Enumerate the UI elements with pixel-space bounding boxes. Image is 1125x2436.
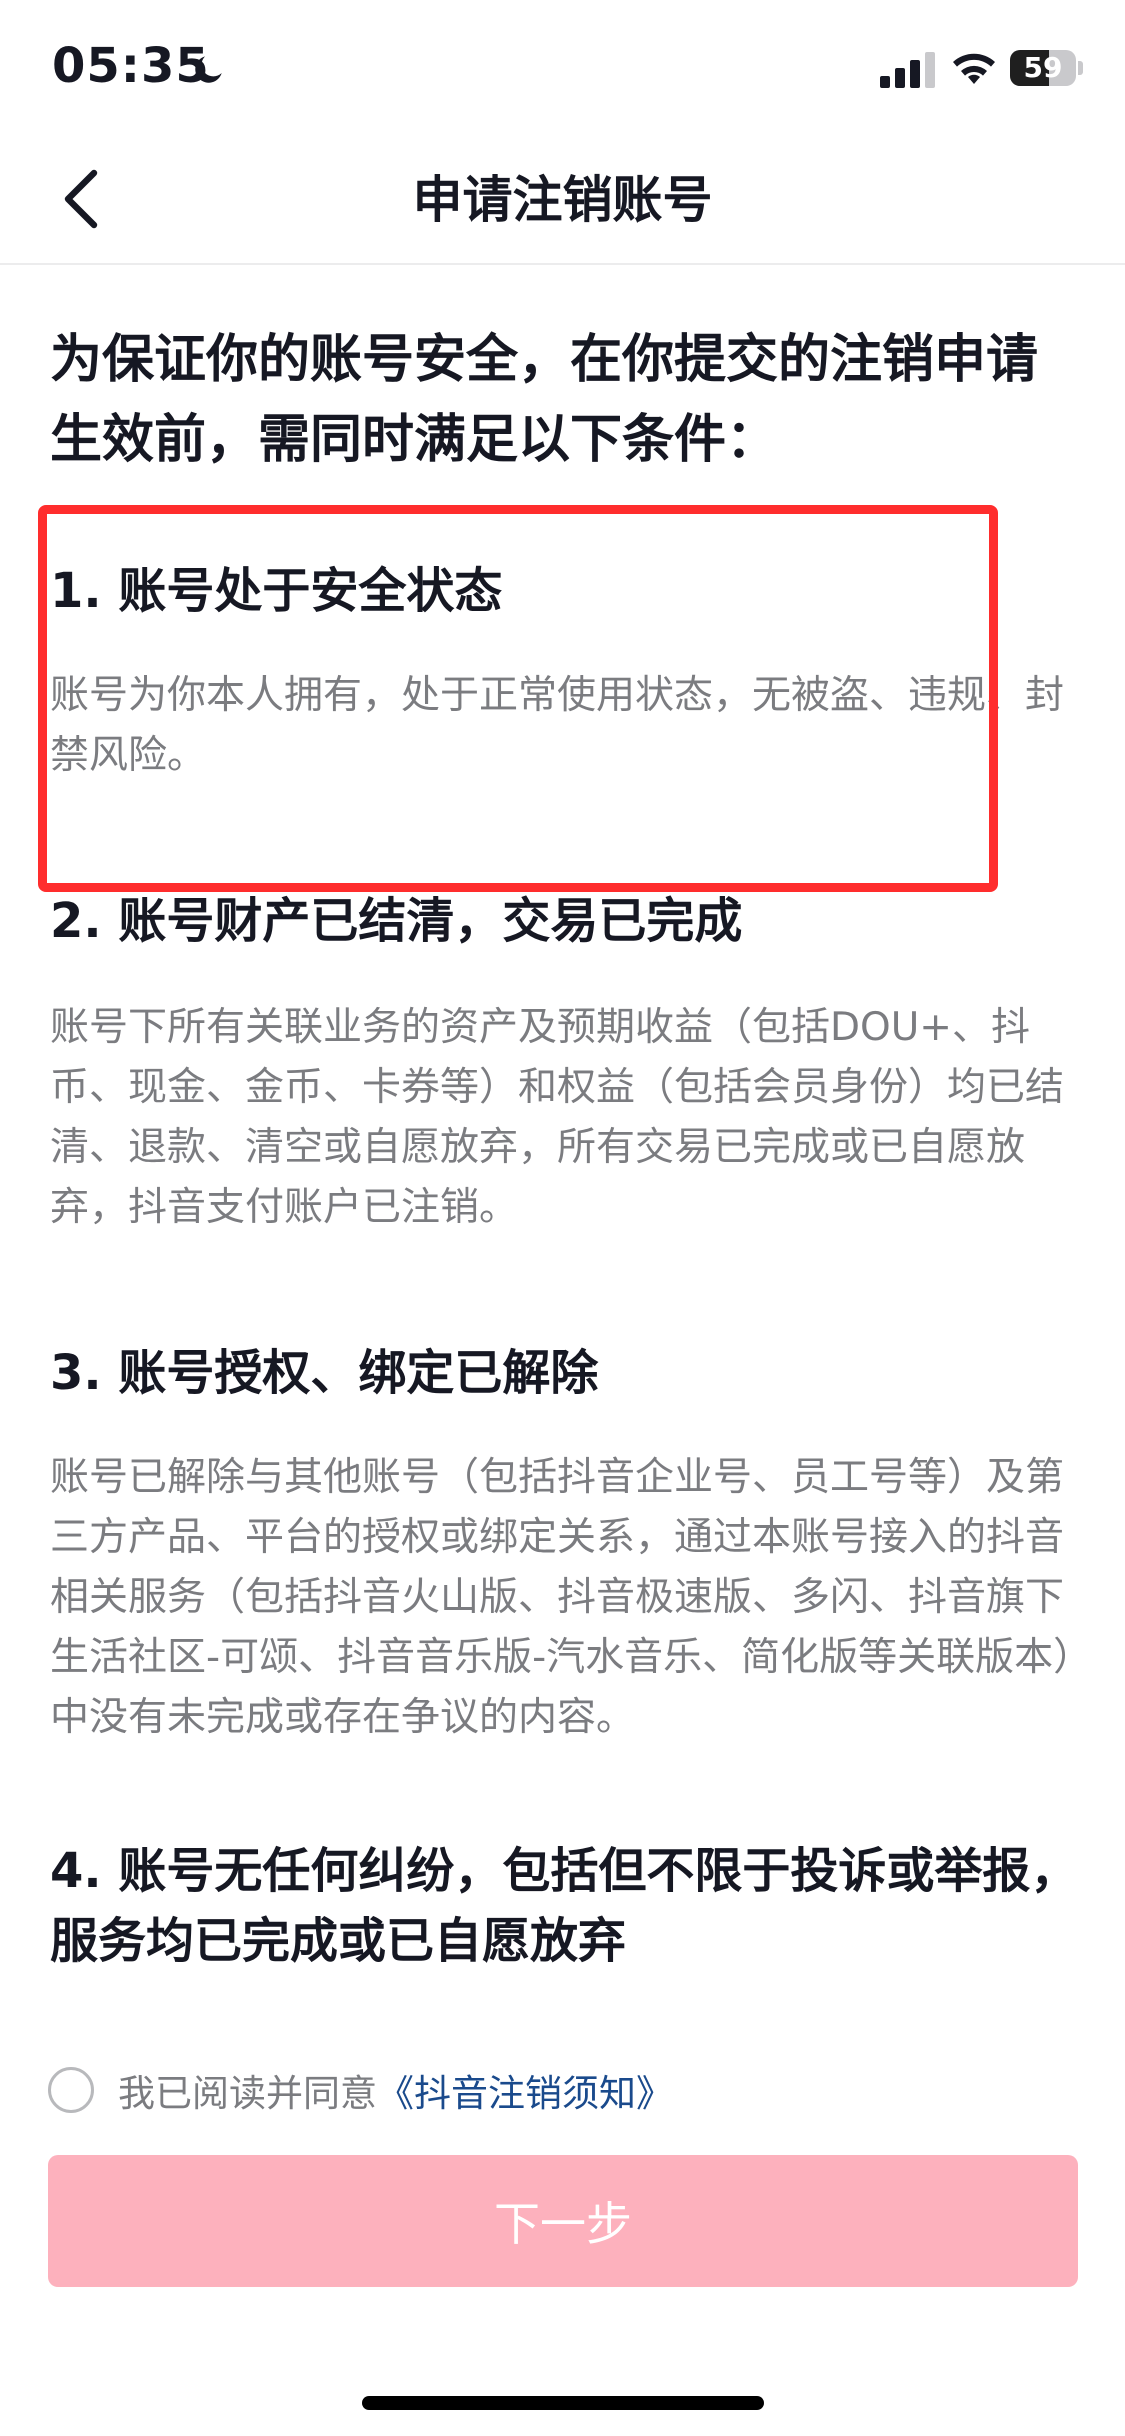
wifi-icon	[953, 53, 995, 84]
battery-indicator: 59	[1010, 50, 1083, 86]
page-title: 申请注销账号	[412, 171, 713, 229]
moon-icon	[195, 56, 222, 83]
condition-body-2: 账号下所有关联业务的资产及预期收益（包括DOU+、抖币、现金、金币、卡券等）和权…	[50, 1005, 1065, 1230]
agreement-row[interactable]: 我已阅读并同意 《抖音注销须知》	[48, 2062, 673, 2118]
chevron-left-icon	[64, 169, 98, 229]
nav-bar: 申请注销账号	[0, 135, 1125, 265]
battery-level: 59	[1023, 51, 1063, 84]
condition-body-3: 账号已解除与其他账号（包括抖音企业号、员工号等）及第三方产品、平台的授权或绑定关…	[50, 1455, 1073, 1740]
battery-cap	[1078, 61, 1083, 75]
status-bar: 05:35 59	[0, 0, 1125, 135]
status-time: 05:35	[52, 38, 210, 94]
intro-text: 为保证你的账号安全，在你提交的注销申请生效前，需同时满足以下条件：	[50, 330, 1039, 470]
cancellation-notice-link[interactable]: 《抖音注销须知》	[377, 2063, 673, 2117]
back-button[interactable]	[40, 159, 120, 239]
condition-title-4: 4. 账号无任何纠纷，包括但不限于投诉或举报，服务均已完成或已自愿放弃	[50, 1843, 1079, 1969]
battery-icon: 59	[1010, 50, 1076, 86]
next-step-button[interactable]: 下一步	[48, 2155, 1078, 2287]
condition-title-1: 1. 账号处于安全状态	[50, 563, 503, 619]
agreement-text: 我已阅读并同意	[118, 2072, 377, 2115]
conditions-content: 为保证你的账号安全，在你提交的注销申请生效前，需同时满足以下条件： 1. 账号处…	[50, 320, 1080, 1976]
condition-title-3: 3. 账号授权、绑定已解除	[50, 1345, 599, 1401]
cellular-signal-icon	[880, 52, 935, 88]
home-indicator	[362, 2396, 764, 2410]
condition-body-1: 账号为你本人拥有，处于正常使用状态，无被盗、违规、封禁风险。	[50, 673, 1065, 778]
condition-title-2: 2. 账号财产已结清，交易已完成	[50, 893, 743, 949]
agreement-checkbox[interactable]	[48, 2067, 94, 2113]
